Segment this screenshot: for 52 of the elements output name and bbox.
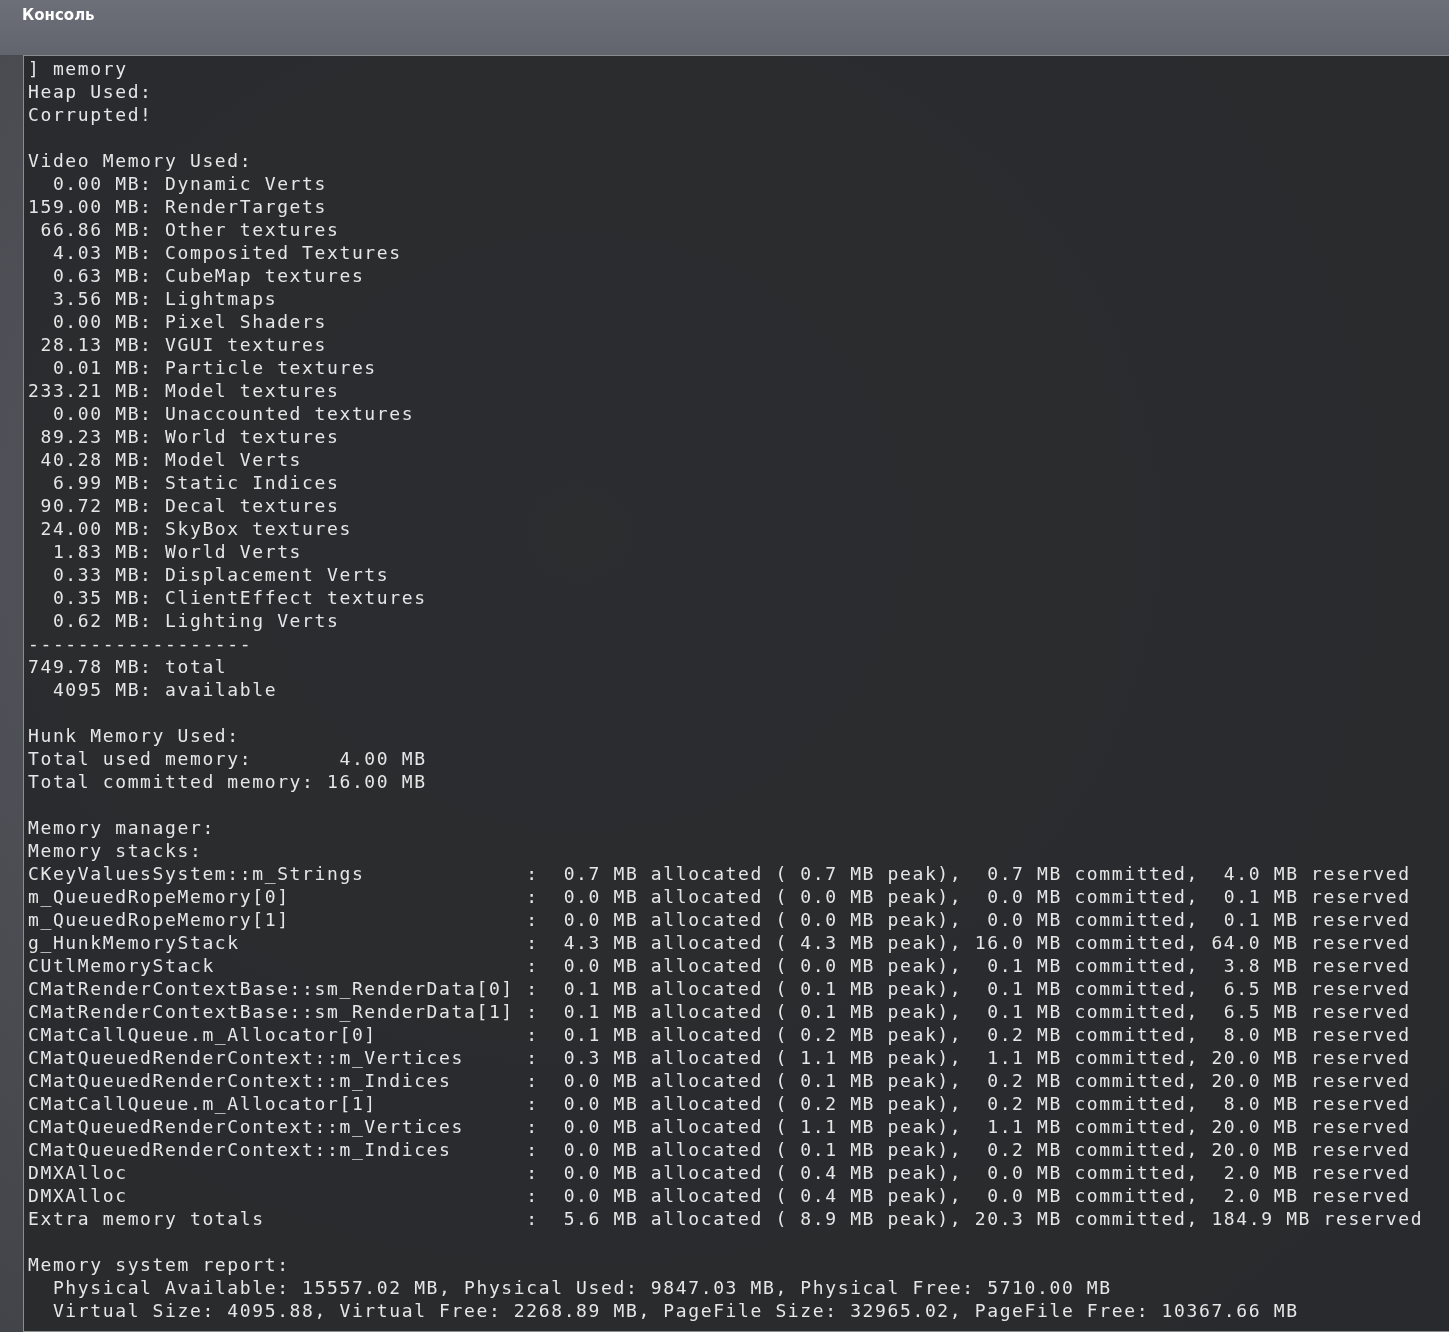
console-line: 0.01 MB: Particle textures <box>51 356 378 379</box>
console-line: CMatQueuedRenderContext::m_Indices : 0.0 MB allocated ( 0.1 MB peak), 0.2 MB committed, 20.0 MB reserved <box>28 1138 1412 1161</box>
console-line: CUtlMemoryStack : 0.0 MB allocated ( 0.0 MB peak), 0.1 MB committed, 3.8 MB reserved <box>28 954 1412 977</box>
console-line: Physical Available: 15557.02 MB, Physical Used: 9847.03 MB, Physical Free: 5710.00 MB <box>51 1276 1113 1299</box>
console-line: ] memory <box>28 57 129 80</box>
console-line: CMatRenderContextBase::sm_RenderData[0] : 0.1 MB allocated ( 0.1 MB peak), 0.1 MB committed, 6.5 MB reserved <box>28 977 1412 1000</box>
console-line: m_QueuedRopeMemory[1] : 0.0 MB allocated ( 0.0 MB peak), 0.0 MB committed, 0.1 MB reserved <box>28 908 1412 931</box>
console-line: 28.13 MB: VGUI textures <box>39 333 328 356</box>
console-line: CKeyValuesSystem::m_Strings : 0.7 MB allocated ( 0.7 MB peak), 0.7 MB committed, 4.0 MB reserved <box>28 862 1412 885</box>
console-line: 0.00 MB: Unaccounted textures <box>51 402 416 425</box>
console-line: 66.86 MB: Other textures <box>39 218 341 241</box>
console-line: ------------------ <box>28 632 254 655</box>
console-line: Memory stacks: <box>28 839 204 862</box>
console-line: DMXAlloc : 0.0 MB allocated ( 0.4 MB peak), 0.0 MB committed, 2.0 MB reserved <box>28 1184 1412 1207</box>
console-line: 90.72 MB: Decal textures <box>39 494 341 517</box>
console-line: Memory manager: <box>28 816 216 839</box>
console-line: 0.35 MB: ClientEffect textures <box>51 586 428 609</box>
console-line: Total used memory: 4.00 MB <box>28 747 428 770</box>
console-line: 6.99 MB: Static Indices <box>51 471 341 494</box>
console-line: 0.00 MB: Pixel Shaders <box>51 310 328 333</box>
console-line: g_HunkMemoryStack : 4.3 MB allocated ( 4.3 MB peak), 16.0 MB committed, 64.0 MB reserved <box>28 931 1412 954</box>
console-line: CMatQueuedRenderContext::m_Vertices : 0.0 MB allocated ( 1.1 MB peak), 1.1 MB committed, 20.0 MB reserved <box>28 1115 1412 1138</box>
console-line: 4.03 MB: Composited Textures <box>51 241 403 264</box>
console-line: Corrupted! <box>28 103 154 126</box>
console-line: 0.62 MB: Lighting Verts <box>51 609 341 632</box>
console-line: CMatCallQueue.m_Allocator[0] : 0.1 MB allocated ( 0.2 MB peak), 0.2 MB committed, 8.0 MB reserved <box>28 1023 1412 1046</box>
console-line: 0.00 MB: Dynamic Verts <box>51 172 328 195</box>
console-line: 4095 MB: available <box>51 678 279 701</box>
console-line: CMatQueuedRenderContext::m_Vertices : 0.3 MB allocated ( 1.1 MB peak), 1.1 MB committed, 20.0 MB reserved <box>28 1046 1412 1069</box>
console-line: Video Memory Used: <box>28 149 254 172</box>
console-line: Virtual Size: 4095.88, Virtual Free: 2268.89 MB, PageFile Size: 32965.02, PageFile Free: 10367.66 MB <box>51 1299 1300 1322</box>
console-line: Extra memory totals : 5.6 MB allocated ( 8.9 MB peak), 20.3 MB committed, 184.9 MB reserved <box>28 1207 1425 1230</box>
console-line: 233.21 MB: Model textures <box>28 379 341 402</box>
console-line: CMatRenderContextBase::sm_RenderData[1] : 0.1 MB allocated ( 0.1 MB peak), 0.1 MB committed, 6.5 MB reserved <box>28 1000 1412 1023</box>
console-line: DMXAlloc : 0.0 MB allocated ( 0.4 MB peak), 0.0 MB committed, 2.0 MB reserved <box>28 1161 1412 1184</box>
console-line: 0.33 MB: Displacement Verts <box>51 563 391 586</box>
console-line: Hunk Memory Used: <box>28 724 241 747</box>
console-line: Memory system report: <box>28 1253 291 1276</box>
console-line: 3.56 MB: Lightmaps <box>51 287 279 310</box>
console-line: Heap Used: <box>28 80 154 103</box>
console-line: CMatQueuedRenderContext::m_Indices : 0.0 MB allocated ( 0.1 MB peak), 0.2 MB committed, 20.0 MB reserved <box>28 1069 1412 1092</box>
console-line: CMatCallQueue.m_Allocator[1] : 0.0 MB allocated ( 0.2 MB peak), 0.2 MB committed, 8.0 MB reserved <box>28 1092 1412 1115</box>
console-line: 0.63 MB: CubeMap textures <box>51 264 366 287</box>
console-line: 89.23 MB: World textures <box>39 425 341 448</box>
console-line: 24.00 MB: SkyBox textures <box>39 517 353 540</box>
console-line: m_QueuedRopeMemory[0] : 0.0 MB allocated ( 0.0 MB peak), 0.0 MB committed, 0.1 MB reserved <box>28 885 1412 908</box>
console-line: Total committed memory: 16.00 MB <box>28 770 428 793</box>
console-line: 40.28 MB: Model Verts <box>39 448 304 471</box>
window-title: Консоль <box>22 6 95 24</box>
console-line: 749.78 MB: total <box>28 655 229 678</box>
console-line: 1.83 MB: World Verts <box>51 540 304 563</box>
console-line: 159.00 MB: RenderTargets <box>28 195 328 218</box>
